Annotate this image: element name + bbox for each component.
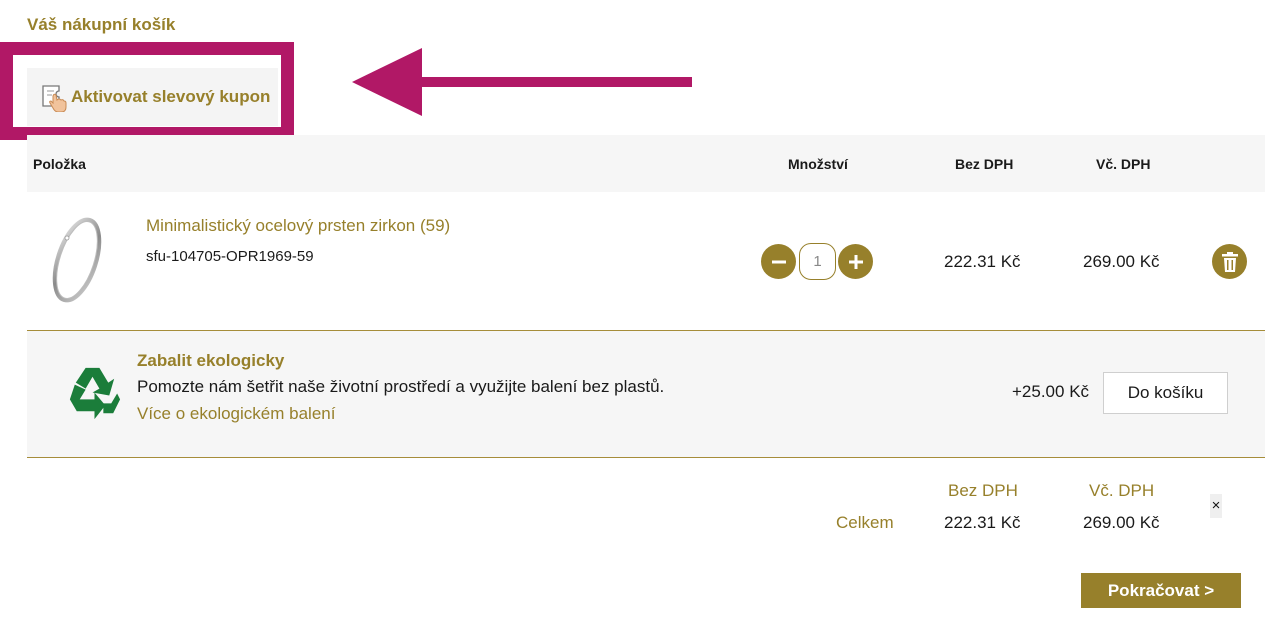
quantity-decrease-button[interactable]	[761, 244, 796, 279]
summary-total-excl-vat: 222.31 Kč	[944, 513, 1021, 532]
plus-icon	[848, 254, 863, 269]
product-sku: sfu-104705-OPR1969-59	[146, 248, 314, 265]
quantity-increase-button[interactable]	[838, 244, 873, 279]
close-icon[interactable]: ×	[1210, 494, 1222, 518]
minus-icon	[771, 260, 786, 263]
summary-total-label: Celkem	[836, 513, 894, 532]
eco-description: Pomozte nám šetřit naše životní prostřed…	[137, 377, 665, 396]
item-price-incl-vat: 269.00 Kč	[1083, 252, 1160, 271]
recycle-icon	[69, 367, 121, 420]
remove-item-button[interactable]	[1212, 244, 1247, 279]
eco-price: +25.00 Kč	[1012, 382, 1090, 401]
summary-header-excl-vat: Bez DPH	[948, 481, 1018, 500]
divider	[27, 457, 1265, 458]
activate-coupon-label: Aktivovat slevový kupon	[71, 87, 271, 106]
header-price-incl-vat: Vč. DPH	[1096, 156, 1151, 172]
activate-coupon-button[interactable]: Aktivovat slevový kupon	[27, 68, 278, 126]
cart-title: Váš nákupní košík	[27, 15, 176, 34]
ring-image[interactable]	[46, 212, 108, 308]
summary-total-incl-vat: 269.00 Kč	[1083, 513, 1160, 532]
continue-button[interactable]: Pokračovat >	[1081, 573, 1241, 608]
cart-table-header: Položka Množství Bez DPH Vč. DPH	[27, 135, 1265, 192]
summary-header-incl-vat: Vč. DPH	[1089, 481, 1155, 500]
header-price-excl-vat: Bez DPH	[955, 156, 1014, 172]
header-quantity: Množství	[788, 156, 848, 172]
trash-icon	[1221, 251, 1238, 272]
item-price-excl-vat: 222.31 Kč	[944, 252, 1021, 271]
eco-more-info-link[interactable]: Více o ekologickém balení	[137, 404, 335, 424]
add-to-cart-button[interactable]: Do košíku	[1103, 372, 1228, 414]
arrow-annotation	[352, 48, 692, 116]
header-item: Položka	[33, 156, 86, 172]
product-name-link[interactable]: Minimalistický ocelový prsten zirkon (59…	[146, 216, 450, 236]
coupon-hand-icon	[42, 85, 67, 112]
quantity-input[interactable]	[799, 243, 836, 280]
eco-title: Zabalit ekologicky	[137, 351, 285, 370]
